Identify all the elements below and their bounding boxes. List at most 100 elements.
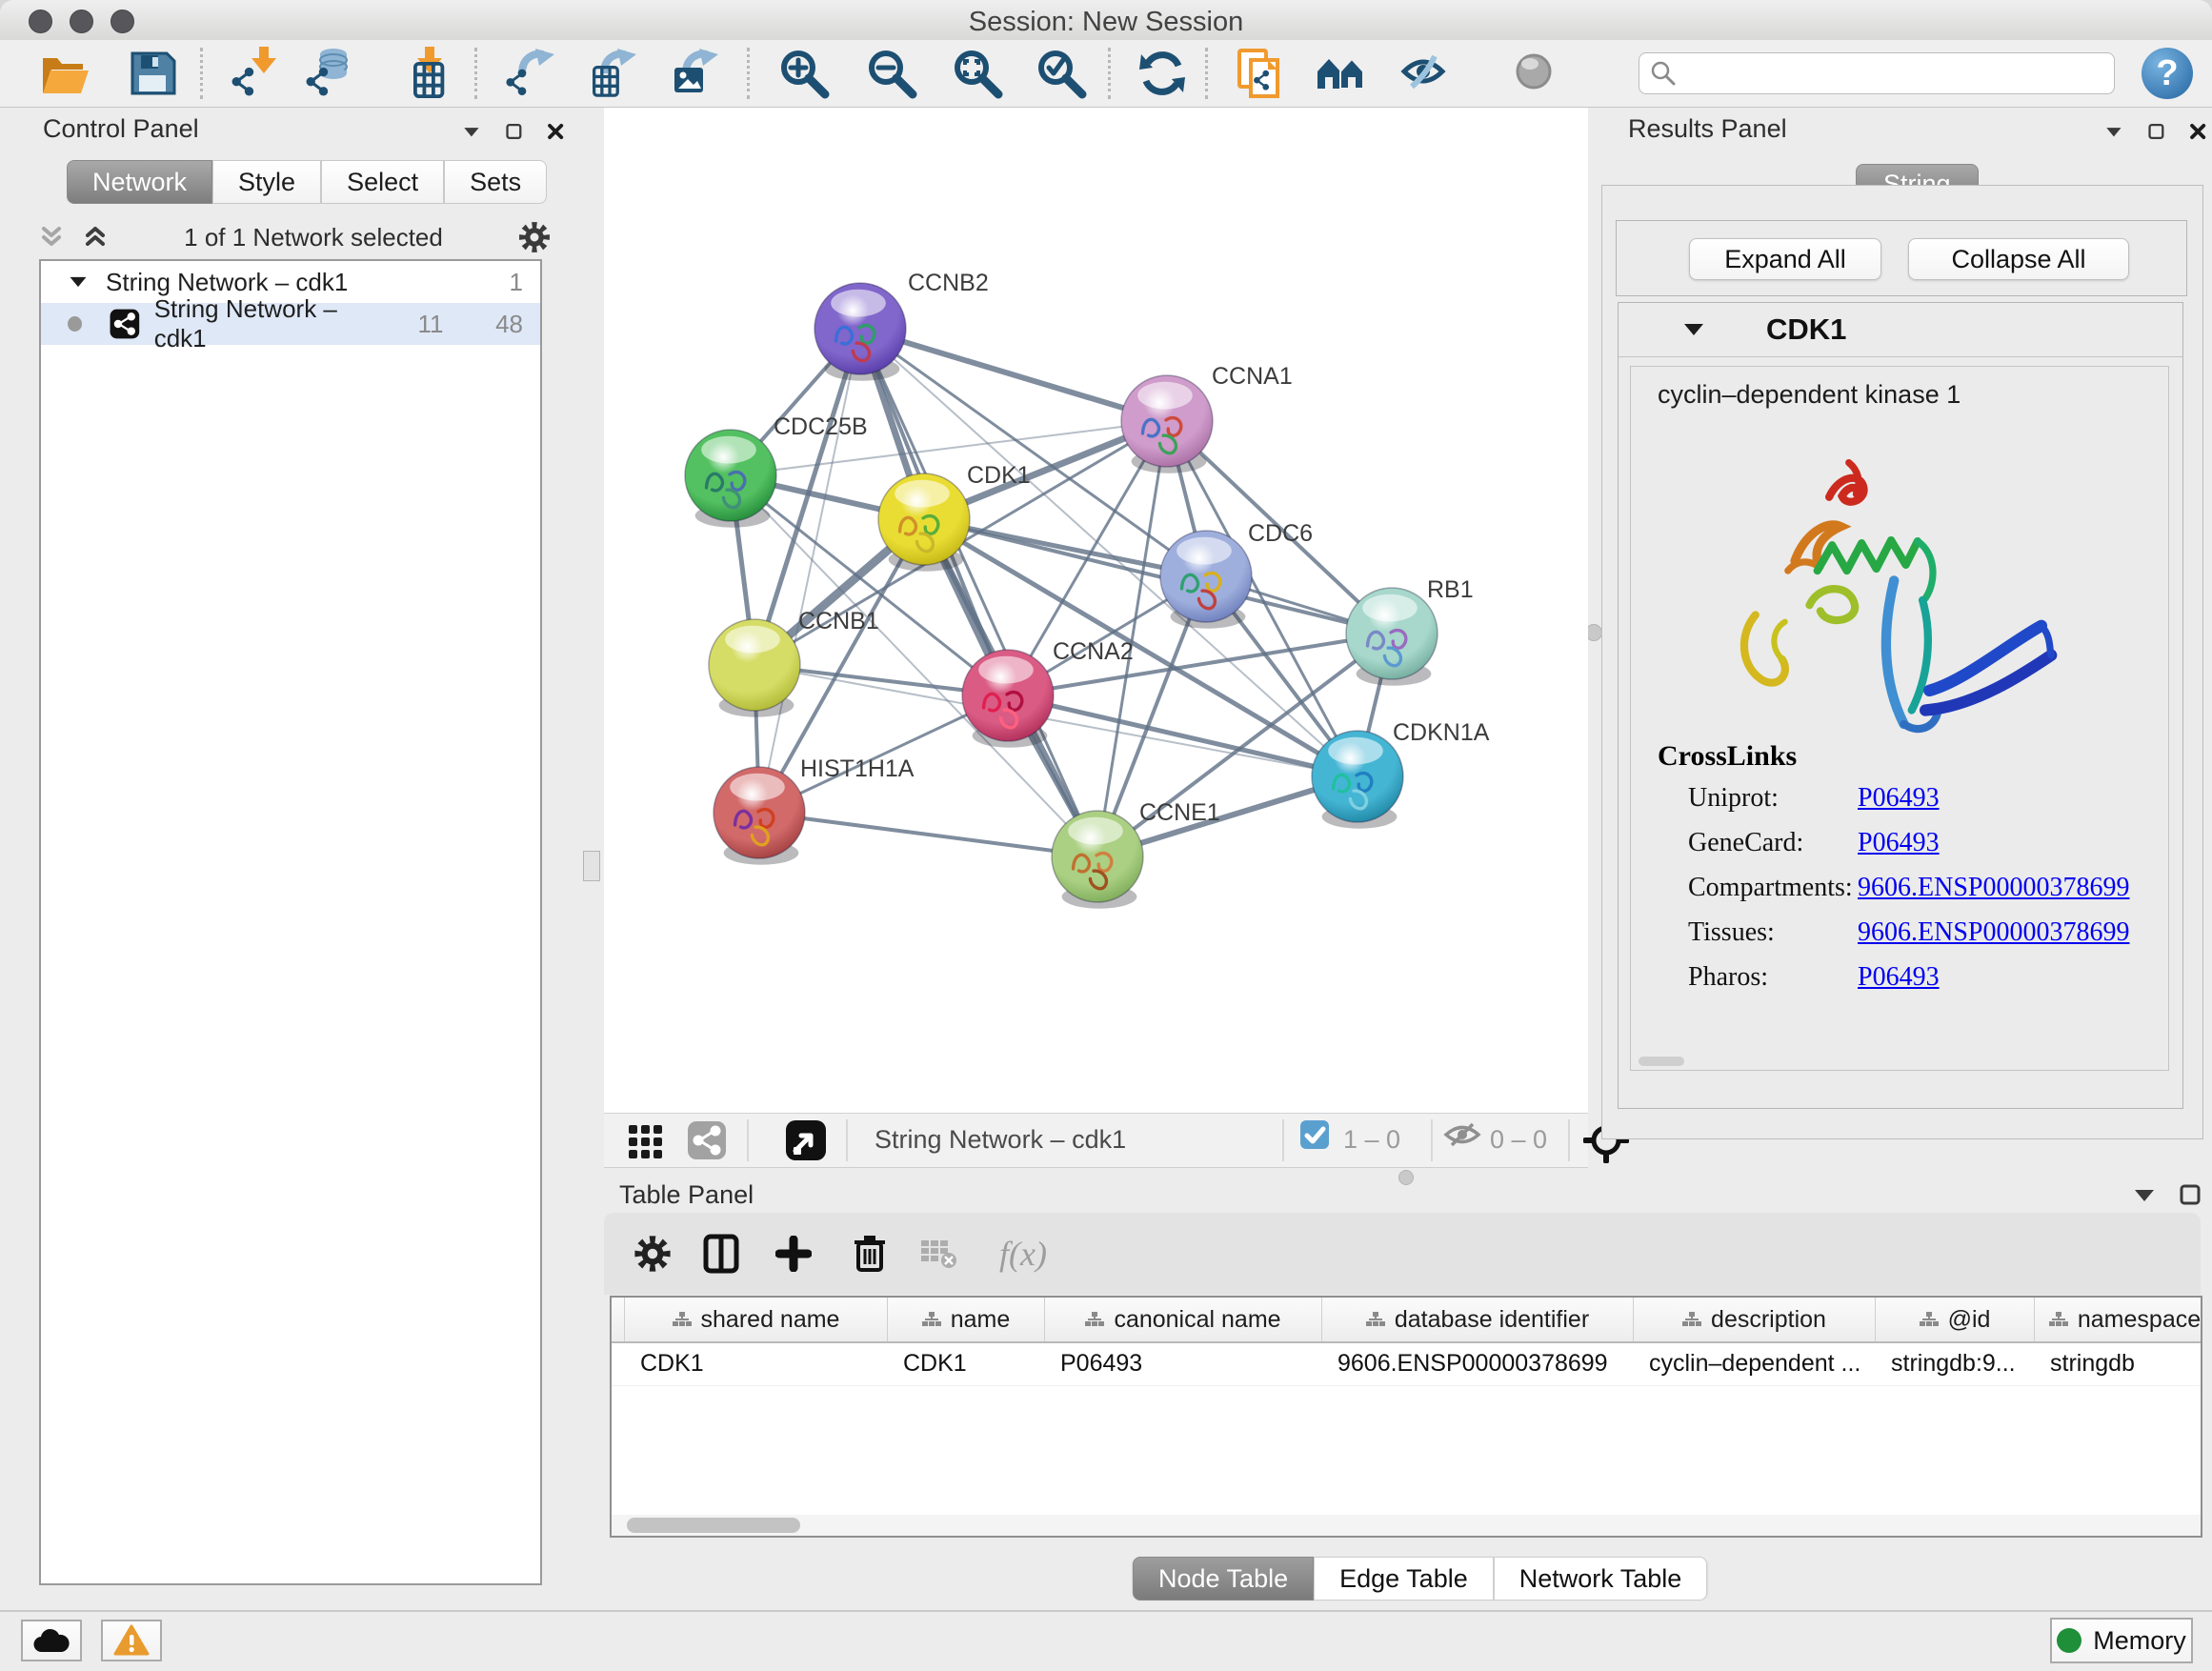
node-CDC6[interactable]: CDC6 bbox=[1160, 520, 1313, 629]
entry-scrollbar-thumb[interactable] bbox=[1639, 1057, 1684, 1066]
collapse-entry-icon[interactable] bbox=[1681, 320, 1706, 339]
network-options-gear-icon[interactable] bbox=[517, 220, 552, 254]
column-header-shared-name[interactable]: shared name bbox=[625, 1298, 888, 1341]
edge-CCNB2-HIST1H1A[interactable] bbox=[759, 329, 860, 813]
hidden-items-button[interactable] bbox=[1440, 1116, 1484, 1154]
cell-canonical-name[interactable]: P06493 bbox=[1045, 1343, 1322, 1385]
cell-shared-name[interactable]: CDK1 bbox=[625, 1343, 888, 1385]
tab-node-table[interactable]: Node Table bbox=[1133, 1557, 1314, 1601]
column-header-name[interactable]: name bbox=[888, 1298, 1045, 1341]
home-button[interactable] bbox=[1313, 45, 1370, 102]
birdseye-view-button[interactable] bbox=[777, 1112, 835, 1169]
tree-expander-icon[interactable] bbox=[68, 273, 89, 291]
panel-menu-icon[interactable] bbox=[462, 122, 481, 141]
column-header-database-identifier[interactable]: database identifier bbox=[1322, 1298, 1634, 1341]
help-button[interactable]: ? bbox=[2142, 48, 2193, 99]
crosslink-link[interactable]: 9606.ENSP00000378699 bbox=[1858, 917, 2129, 948]
tab-edge-table[interactable]: Edge Table bbox=[1314, 1557, 1494, 1601]
crosslink-link[interactable]: P06493 bbox=[1858, 828, 1940, 858]
search-input[interactable] bbox=[1678, 59, 2114, 88]
hide-selected-button[interactable] bbox=[1397, 45, 1454, 102]
crosslink-link[interactable]: P06493 bbox=[1858, 962, 1940, 993]
cell-@id[interactable]: stringdb:9... bbox=[1876, 1343, 2035, 1385]
float-panel-icon[interactable] bbox=[2148, 121, 2164, 142]
network-badge-button[interactable] bbox=[678, 1112, 735, 1169]
cell-database-identifier[interactable]: 9606.ENSP00000378699 bbox=[1322, 1343, 1634, 1385]
expand-all-icon[interactable] bbox=[81, 223, 110, 252]
save-button[interactable] bbox=[124, 45, 181, 102]
node-RB1[interactable]: RB1 bbox=[1346, 576, 1474, 686]
cell-namespace[interactable]: stringdb bbox=[2035, 1343, 2202, 1385]
tab-select[interactable]: Select bbox=[321, 160, 444, 204]
import-table-button[interactable] bbox=[400, 45, 457, 102]
import-network-button[interactable] bbox=[229, 45, 286, 102]
show-columns-button[interactable] bbox=[699, 1232, 743, 1276]
column-header-@id[interactable]: @id bbox=[1876, 1298, 2035, 1341]
tab-sets[interactable]: Sets bbox=[444, 160, 547, 204]
panel-menu-icon[interactable] bbox=[2104, 122, 2123, 141]
float-panel-icon[interactable] bbox=[506, 121, 522, 142]
collapse-all-button[interactable]: Collapse All bbox=[1908, 238, 2129, 280]
tab-network[interactable]: Network bbox=[67, 160, 212, 204]
column-header-namespace[interactable]: namespace bbox=[2035, 1298, 2202, 1341]
node-CDKN1A[interactable]: CDKN1A bbox=[1312, 719, 1490, 829]
delete-column-button[interactable] bbox=[848, 1232, 892, 1276]
export-table-button[interactable] bbox=[583, 45, 640, 102]
zoom-fit-button[interactable] bbox=[949, 45, 1006, 102]
cell-name[interactable]: CDK1 bbox=[888, 1343, 1045, 1385]
scrollbar-thumb[interactable] bbox=[627, 1518, 800, 1533]
edge-HIST1H1A-CCNE1[interactable] bbox=[759, 813, 1097, 856]
table-settings-button[interactable] bbox=[631, 1232, 674, 1276]
show-preview-button[interactable] bbox=[1507, 45, 1564, 102]
warnings-button[interactable] bbox=[101, 1620, 162, 1661]
protein-entry-header[interactable]: CDK1 bbox=[1619, 303, 2182, 357]
column-header-canonical-name[interactable]: canonical name bbox=[1045, 1298, 1322, 1341]
open-folder-button[interactable] bbox=[36, 45, 93, 102]
hide-selected-icon bbox=[1398, 47, 1452, 100]
cloud-status-button[interactable] bbox=[21, 1620, 82, 1661]
panel-menu-icon[interactable] bbox=[2132, 1185, 2157, 1204]
network-canvas[interactable]: CCNB2CCNA1CDC25BCDK1CDC6RB1CCNB1CCNA2CDK… bbox=[604, 108, 1588, 1113]
table-row[interactable]: CDK1CDK1P064939606.ENSP00000378699cyclin… bbox=[612, 1343, 2201, 1386]
edge-CDK1-RB1[interactable] bbox=[924, 519, 1392, 634]
cell-description[interactable]: cyclin–dependent ... bbox=[1634, 1343, 1876, 1385]
zoom-in-button[interactable] bbox=[775, 45, 833, 102]
table-horizontal-scrollbar[interactable] bbox=[612, 1515, 2201, 1536]
clone-document-button[interactable] bbox=[1232, 45, 1289, 102]
selected-checkbox[interactable] bbox=[1296, 1116, 1334, 1154]
grid-view-button[interactable] bbox=[617, 1112, 674, 1169]
collapse-all-icon[interactable] bbox=[37, 223, 66, 252]
export-image-button[interactable] bbox=[665, 45, 722, 102]
zoom-selected-icon bbox=[1035, 47, 1088, 100]
search-field[interactable] bbox=[1639, 52, 2115, 94]
bottom-splitter-grip[interactable] bbox=[1398, 1170, 1414, 1185]
import-database-button[interactable] bbox=[303, 45, 360, 102]
refresh-button[interactable] bbox=[1134, 45, 1191, 102]
tab-network-table[interactable]: Network Table bbox=[1494, 1557, 1708, 1601]
node-CCNB1[interactable]: CCNB1 bbox=[709, 608, 879, 717]
node-HIST1H1A[interactable]: HIST1H1A bbox=[714, 755, 915, 865]
close-panel-icon[interactable] bbox=[547, 120, 564, 143]
gear-icon bbox=[633, 1234, 673, 1274]
crosslink-link[interactable]: 9606.ENSP00000378699 bbox=[1858, 873, 2129, 903]
protein-entry-cdk1: CDK1 cyclin–dependent kinase 1 bbox=[1618, 302, 2183, 1109]
edge-CCNB2-CCNA1[interactable] bbox=[860, 329, 1167, 421]
column-header-description[interactable]: description bbox=[1634, 1298, 1876, 1341]
node-label-CCNA1: CCNA1 bbox=[1212, 363, 1293, 390]
left-splitter-grip[interactable] bbox=[583, 851, 600, 881]
zoom-out-button[interactable] bbox=[863, 45, 920, 102]
export-network-button[interactable] bbox=[503, 45, 560, 102]
float-panel-icon[interactable] bbox=[2180, 1184, 2201, 1205]
network-tree-row[interactable]: String Network – cdk1 11 48 bbox=[41, 303, 540, 345]
node-CCNE1[interactable]: CCNE1 bbox=[1052, 799, 1220, 909]
expand-all-button[interactable]: Expand All bbox=[1689, 238, 1881, 280]
tab-style[interactable]: Style bbox=[212, 160, 321, 204]
zoom-selected-button[interactable] bbox=[1033, 45, 1090, 102]
node-CCNB2[interactable]: CCNB2 bbox=[814, 270, 989, 381]
close-panel-icon[interactable] bbox=[2189, 120, 2206, 143]
network-graph[interactable]: CCNB2CCNA1CDC25BCDK1CDC6RB1CCNB1CCNA2CDK… bbox=[604, 108, 1588, 1113]
crosslink-link[interactable]: P06493 bbox=[1858, 783, 1940, 814]
create-column-button[interactable] bbox=[772, 1232, 815, 1276]
titlebar: Session: New Session bbox=[0, 0, 2212, 41]
memory-button[interactable]: Memory bbox=[2050, 1618, 2193, 1663]
